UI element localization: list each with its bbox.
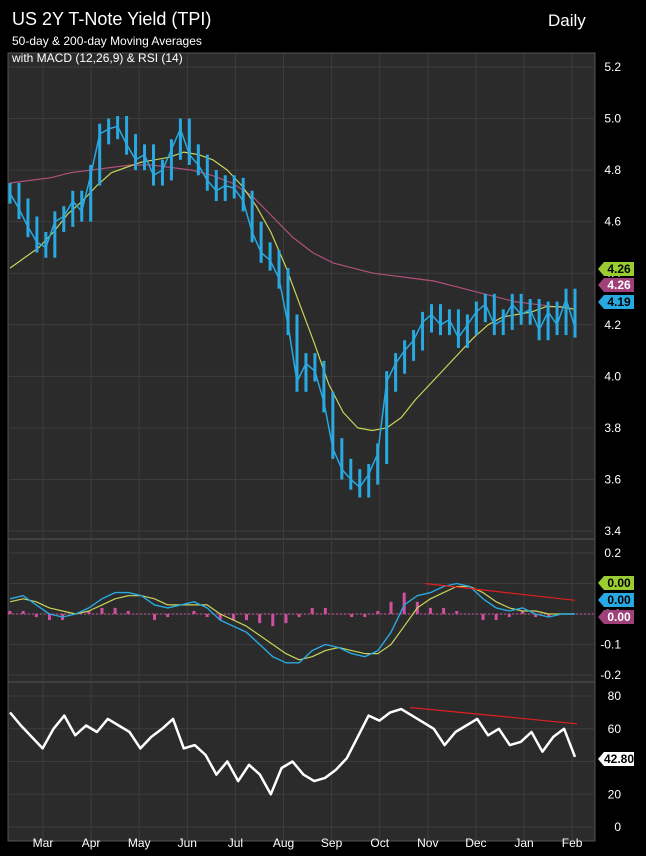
signal-value-label: 0.00 (598, 576, 634, 590)
svg-text:4.26: 4.26 (607, 262, 631, 276)
x-tick-label-feb: Feb (562, 836, 583, 850)
price-panel (7, 52, 596, 546)
chart-subtitle-line-1: 50-day & 200-day Moving Averages (12, 34, 202, 48)
period-label: Daily (548, 11, 586, 30)
price-y-tick-label: 4.2 (604, 318, 621, 332)
x-tick-label-apr: Apr (82, 836, 101, 850)
price-value-label: 4.19 (598, 295, 634, 309)
x-tick-label-jul: Jul (228, 836, 243, 850)
macd-y-tick-label: -0.2 (600, 668, 621, 682)
svg-text:4.19: 4.19 (607, 295, 631, 309)
x-tick-label-may: May (128, 836, 151, 850)
svg-text:42.80: 42.80 (604, 752, 634, 766)
chart: Mar Apr May Jun Jul Aug Sep Oct Nov Dec Jan Feb 5.2 5… (0, 0, 646, 856)
svg-text:0.00: 0.00 (607, 576, 631, 590)
x-tick-label-sep: Sep (321, 836, 343, 850)
rsi-y-tick-label: 80 (608, 689, 622, 703)
x-tick-label-oct: Oct (370, 836, 389, 850)
macd-value-label: 0.00 (598, 593, 634, 607)
price-y-tick-label: 5.2 (604, 60, 621, 74)
x-tick-label-nov: Nov (417, 836, 438, 850)
chart-subtitle-line-2: with MACD (12,26,9) & RSI (14) (12, 51, 183, 65)
rsi-y-tick-label: 0 (614, 820, 621, 834)
price-y-tick-label: 4.8 (604, 163, 621, 177)
histogram-value-label: 0.00 (598, 610, 634, 624)
svg-text:0.00: 0.00 (607, 610, 631, 624)
price-y-tick-label: 3.6 (604, 472, 621, 486)
x-tick-label-jan: Jan (514, 836, 533, 850)
x-tick-label-dec: Dec (465, 836, 486, 850)
x-tick-label-jun: Jun (178, 836, 197, 850)
rsi-value-label: 42.80 (598, 752, 634, 766)
price-y-tick-label: 3.4 (604, 524, 621, 538)
ma50-value-label: 4.26 (598, 262, 634, 276)
svg-text:0.00: 0.00 (607, 593, 631, 607)
chart-title: US 2Y T-Note Yield (TPI) (12, 9, 212, 29)
macd-y-tick-label: 0.2 (604, 546, 621, 560)
price-y-tick-label: 4.0 (604, 369, 621, 383)
price-y-tick-label: 4.6 (604, 215, 621, 229)
svg-text:4.26: 4.26 (607, 278, 631, 292)
rsi-y-tick-label: 20 (608, 787, 622, 801)
price-y-tick-label: 3.8 (604, 421, 621, 435)
price-y-tick-label: 5.0 (604, 112, 621, 126)
macd-y-tick-label: -0.1 (600, 638, 621, 652)
ma200-value-label: 4.26 (598, 278, 634, 292)
x-tick-label-aug: Aug (273, 836, 294, 850)
rsi-y-tick-label: 60 (608, 722, 622, 736)
x-tick-label-mar: Mar (33, 836, 54, 850)
